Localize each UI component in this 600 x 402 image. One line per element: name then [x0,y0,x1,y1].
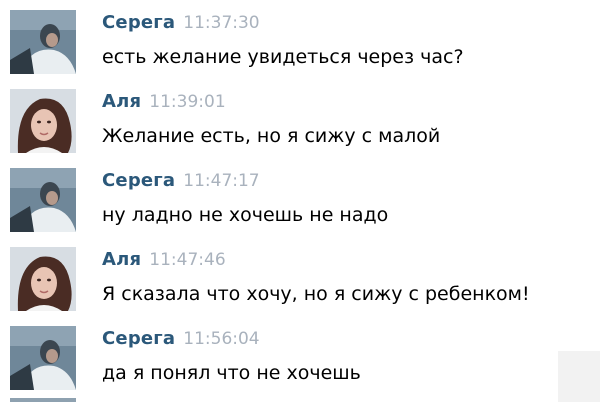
message-text: Я сказала что хочу, но я сижу с ребенком… [102,283,530,305]
avatar[interactable] [10,10,76,74]
message-item: Аля 11:39:01 Желание есть, но я сижу с ма… [0,79,600,155]
avatar[interactable] [10,168,76,232]
message-header: Серега 11:47:17 [102,170,260,192]
message-item: Серега 11:47:17 ну ладно не хочешь не над… [0,158,600,234]
avatar[interactable] [10,89,76,153]
author-name[interactable]: Серега [102,328,175,349]
avatar-photo-alya [10,247,76,311]
message-item: Серега 11:37:30 есть желание увидеться че… [0,0,600,76]
timestamp: 11:37:30 [183,13,260,33]
avatar-photo-sergey [10,168,76,232]
avatar-photo-sergey [10,10,76,74]
message-text: есть желание увидеться через час? [102,46,464,68]
avatar[interactable] [10,247,76,311]
message-header: Серега 11:56:04 [102,328,260,350]
author-name[interactable]: Серега [102,170,175,191]
timestamp: 11:56:04 [183,329,260,349]
author-name[interactable]: Аля [102,249,141,270]
message-text: ну ладно не хочешь не надо [102,204,389,226]
avatar-photo-sergey [10,326,76,390]
message-header: Аля 11:47:46 [102,249,226,271]
message-text: Желание есть, но я сижу с малой [102,125,441,147]
corner-panel [558,351,600,402]
message-text: да я понял что не хочешь [102,362,361,384]
avatar-photo-alya [10,89,76,153]
timestamp: 11:47:46 [149,250,226,270]
message-item: Серега 11:56:04 да я понял что не хочешь [0,316,600,392]
author-name[interactable]: Аля [102,91,141,112]
timestamp: 11:39:01 [149,92,226,112]
next-avatar-edge [10,398,76,402]
message-header: Аля 11:39:01 [102,91,226,113]
author-name[interactable]: Серега [102,12,175,33]
message-header: Серега 11:37:30 [102,12,260,34]
timestamp: 11:47:17 [183,171,260,191]
avatar[interactable] [10,326,76,390]
message-item: Аля 11:47:46 Я сказала что хочу, но я сиж… [0,237,600,313]
